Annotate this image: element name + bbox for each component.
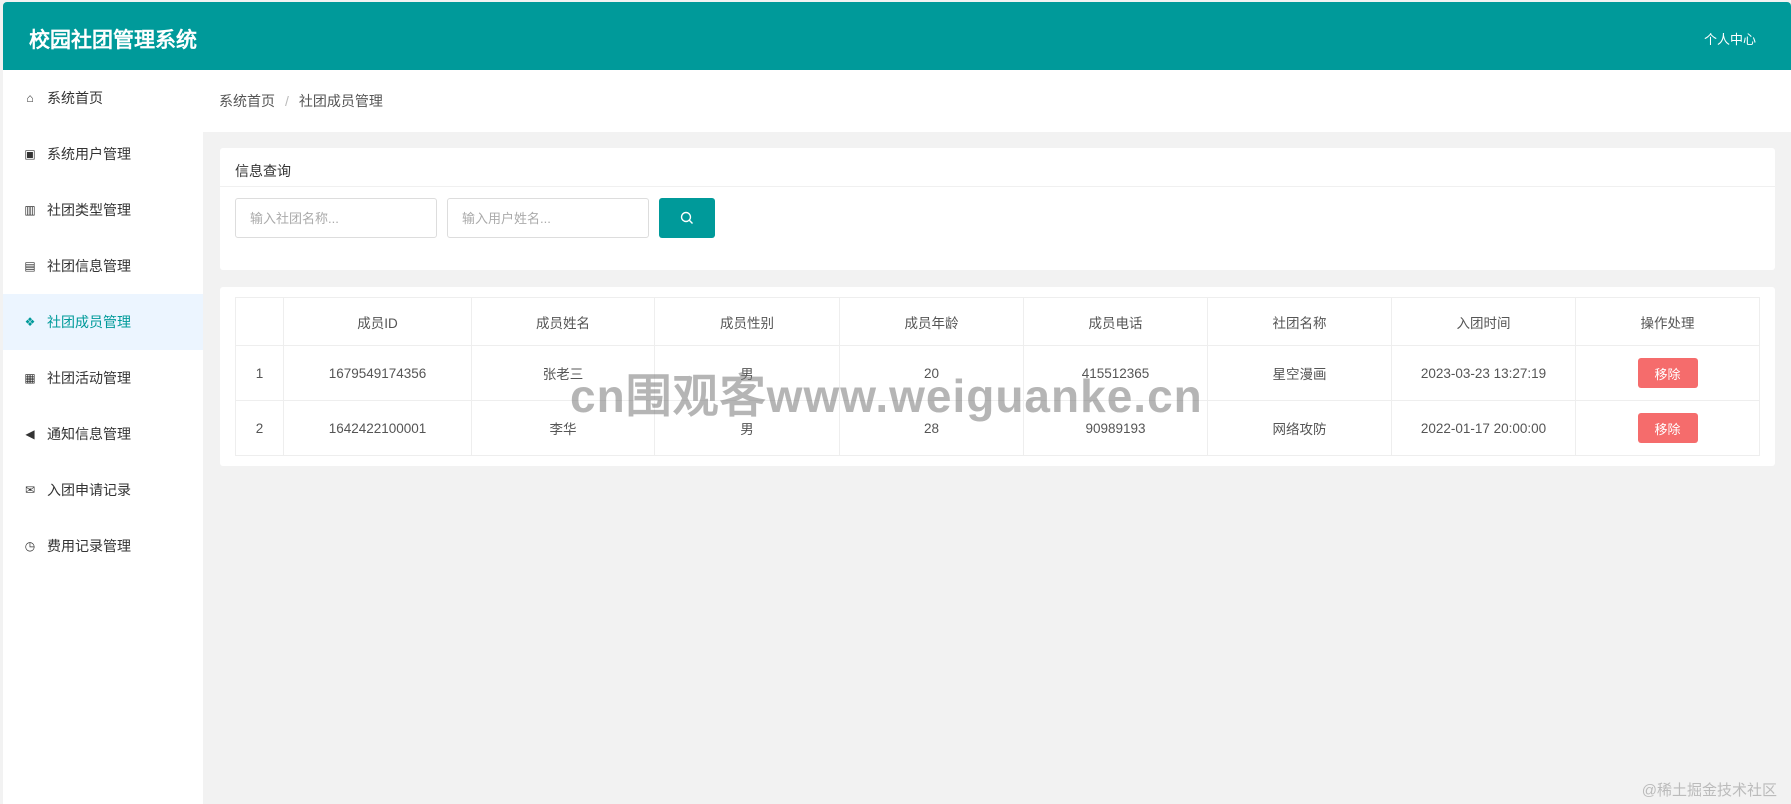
column-header: 成员姓名 (471, 297, 655, 346)
sidebar-item-label: 系统用户管理 (47, 146, 131, 162)
sidebar-item-label: 通知信息管理 (47, 426, 131, 442)
sidebar-item-label: 社团活动管理 (47, 370, 131, 386)
credit-text: @稀土掘金技术社区 (1641, 782, 1777, 799)
calculator-icon: ▦ (24, 371, 36, 385)
sidebar-item-1[interactable]: ▣ 系统用户管理 (3, 126, 203, 182)
sidebar-item-6[interactable]: ◀ 通知信息管理 (3, 406, 203, 462)
table-cell: 网络攻防 (1207, 400, 1392, 456)
table-row: 2 1642422100001 李华男 28 90989193 网络攻防 2022-01-1… (235, 400, 1760, 456)
app-title: 校园社团管理系统 (29, 29, 197, 52)
building-icon: ▥ (24, 203, 36, 217)
table-cell: 2 (235, 400, 284, 456)
clock-icon: ◷ (24, 539, 36, 553)
breadcrumb: 系统首页 / 社团成员管理 (203, 70, 1791, 132)
table-cell: 李华 (471, 400, 655, 456)
sidebar: ⌂ 系统首页 ▣ 系统用户管理 ▥ 社团类型管理 ▤ 社团信息管理 ❖ 社团成员管理 ▦ 社团活动管理… (3, 70, 203, 804)
address-book-icon: ▣ (24, 147, 36, 161)
column-header: 成员性别 (654, 297, 840, 346)
column-header: 操作处理 (1575, 297, 1760, 346)
column-header: 入团时间 (1391, 297, 1576, 346)
sidebar-item-label: 入团申请记录 (47, 482, 131, 498)
sidebar-item-0[interactable]: ⌂ 系统首页 (3, 70, 203, 126)
train-icon: ▤ (24, 259, 36, 273)
search-card: 信息查询 (220, 148, 1775, 270)
sidebar-item-2[interactable]: ▥ 社团类型管理 (3, 182, 203, 238)
table-cell: 2022-01-17 20:00:00 (1391, 400, 1576, 456)
sidebar-item-label: 费用记录管理 (47, 538, 131, 554)
sidebar-item-7[interactable]: ✉ 入团申请记录 (3, 462, 203, 518)
column-header (235, 297, 284, 346)
envelope-open-icon: ✉ (24, 483, 36, 497)
sidebar-item-label: 社团成员管理 (47, 314, 131, 330)
table-cell: 男 (654, 345, 840, 401)
column-header: 社团名称 (1207, 297, 1392, 346)
column-header: 成员电话 (1023, 297, 1208, 346)
table-cell: 星空漫画 (1207, 345, 1392, 401)
sidebar-item-4[interactable]: ❖ 社团成员管理 (3, 294, 203, 350)
sidebar-item-label: 系统首页 (47, 90, 103, 106)
table-cell: 20 (839, 345, 1024, 401)
table-cell: 415512365 (1023, 345, 1208, 401)
action-cell: 移除 (1575, 345, 1760, 401)
table-cell: 张老三 (471, 345, 655, 401)
club-name-input[interactable] (235, 198, 437, 238)
table-cell: 28 (839, 400, 1024, 456)
search-card-title: 信息查询 (220, 148, 1775, 187)
top-header: 校园社团管理系统 个人中心 (3, 2, 1791, 70)
search-icon (680, 211, 693, 224)
breadcrumb-current: 社团成员管理 (298, 93, 383, 109)
home-icon: ⌂ (26, 91, 34, 105)
table-cell: 男 (654, 400, 840, 456)
members-table: 成员ID 成员姓名 成员性别 成员年龄 成员电话 社团名称 入团时间 操作处理 1 167954… (235, 297, 1760, 456)
members-table-card: 成员ID 成员姓名 成员性别 成员年龄 成员电话 社团名称 入团时间 操作处理 1 167954… (220, 287, 1775, 466)
remove-button[interactable]: 移除 (1637, 358, 1698, 388)
table-row: 1 1679549174356 张老三男 20 415512365 星空漫画 2023-03… (235, 345, 1760, 401)
column-header: 成员ID (283, 297, 472, 346)
table-cell: 1 (235, 345, 284, 401)
table-cell: 90989193 (1023, 400, 1208, 456)
sidebar-item-3[interactable]: ▤ 社团信息管理 (3, 238, 203, 294)
breadcrumb-separator: / (285, 93, 289, 109)
breadcrumb-home[interactable]: 系统首页 (219, 91, 275, 111)
bullhorn-icon: ◀ (25, 427, 35, 441)
table-cell: 2023-03-23 13:27:19 (1391, 345, 1576, 401)
sidebar-item-label: 社团信息管理 (47, 258, 131, 274)
user-center-link[interactable]: 个人中心 (1704, 29, 1756, 48)
sidebar-item-label: 社团类型管理 (47, 202, 131, 218)
action-cell: 移除 (1575, 400, 1760, 456)
sidebar-item-8[interactable]: ◷ 费用记录管理 (3, 518, 203, 574)
search-button[interactable] (659, 198, 715, 238)
cubes-icon: ❖ (24, 315, 36, 329)
table-cell: 1679549174356 (283, 345, 472, 401)
sidebar-item-5[interactable]: ▦ 社团活动管理 (3, 350, 203, 406)
column-header: 成员年龄 (839, 297, 1024, 346)
table-cell: 1642422100001 (283, 400, 472, 456)
user-name-input[interactable] (447, 198, 649, 238)
remove-button[interactable]: 移除 (1637, 413, 1698, 443)
